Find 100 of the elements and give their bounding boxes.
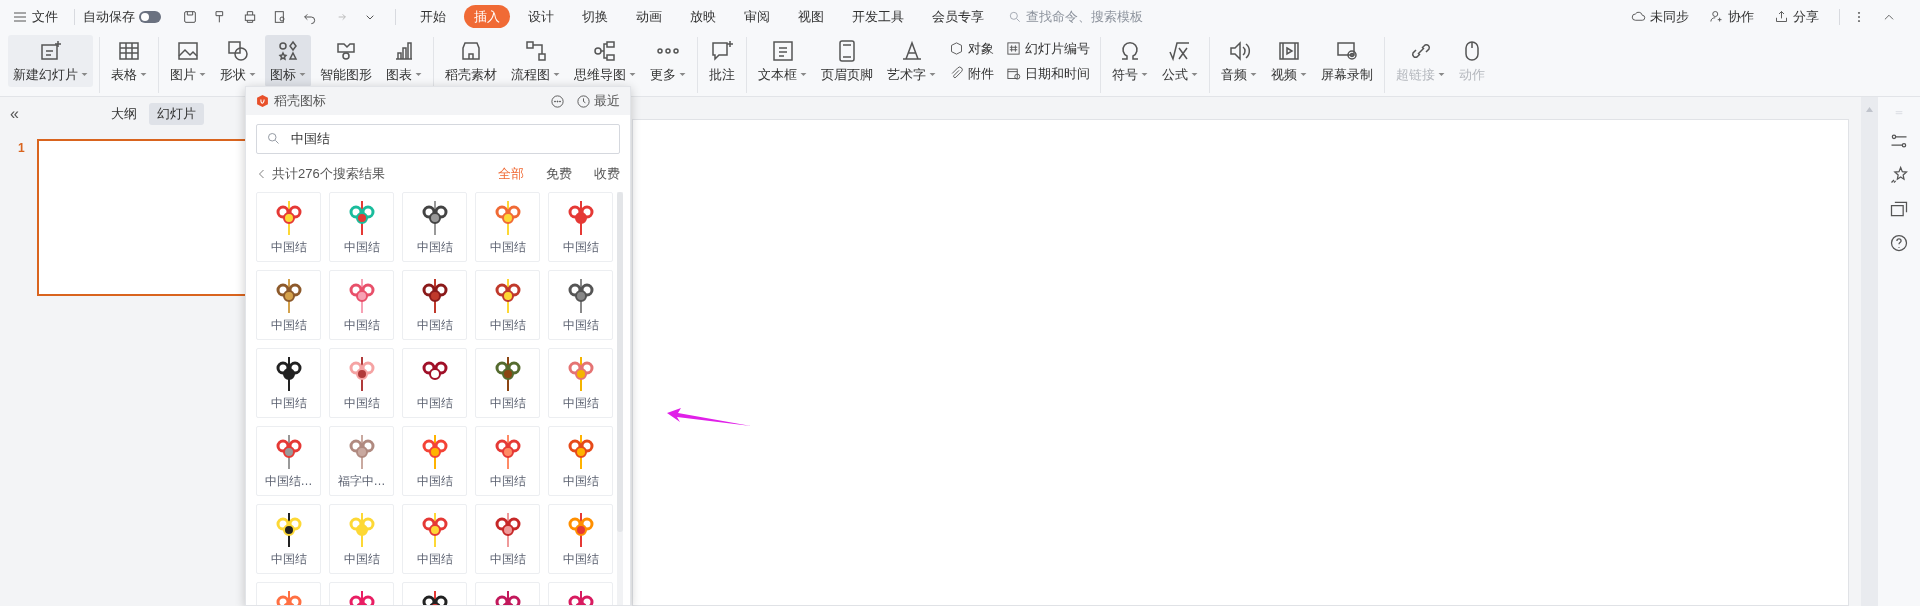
ribbon-button[interactable]: 艺术字 [882, 35, 941, 87]
ribbon-button[interactable]: 幻灯片编号 [1004, 38, 1092, 58]
icon-label: 中国结… [264, 473, 313, 490]
icon-tile[interactable]: 中国结 [475, 426, 540, 496]
icon-tile[interactable]: 中国结 [256, 192, 321, 262]
ribbon-button[interactable]: 音频 [1216, 35, 1262, 87]
icon-tile[interactable]: 福字中… [329, 426, 394, 496]
ribbon-tab[interactable]: 动画 [626, 4, 672, 29]
icon-tile[interactable]: 中国结 [256, 348, 321, 418]
toolbar-button[interactable]: 协作 [1709, 6, 1754, 27]
caret-icon [679, 70, 686, 78]
hash-icon [1006, 40, 1021, 56]
cube-icon [949, 40, 964, 56]
slide-switch-icon[interactable] [1889, 199, 1909, 219]
ribbon-tab[interactable]: 放映 [680, 4, 726, 29]
pane-tab[interactable]: 大纲 [102, 103, 145, 125]
ribbon-button[interactable]: 文本框 [753, 35, 812, 87]
print-icon[interactable] [242, 8, 258, 25]
autosave-toggle[interactable] [139, 10, 161, 23]
ribbon-button[interactable]: 公式 [1157, 35, 1203, 87]
chat-icon[interactable] [550, 93, 565, 109]
ribbon-button[interactable]: 表格 [106, 35, 152, 87]
result-count: 共计276个搜索结果 [272, 165, 385, 184]
ribbon-button[interactable]: 流程图 [506, 35, 565, 87]
icon-tile[interactable]: 中国结 [548, 426, 613, 496]
file-menu[interactable]: 文件 [32, 6, 58, 27]
icon-tile[interactable]: 中国结 [329, 348, 394, 418]
ribbon-button[interactable]: 图片 [165, 35, 211, 87]
save-icon[interactable] [182, 8, 198, 25]
ribbon-button[interactable]: 图标 [265, 35, 311, 87]
print-preview-icon[interactable] [272, 8, 288, 25]
icon-tile[interactable]: 中国结 [548, 504, 613, 574]
icon-tile[interactable]: 中国结 [548, 348, 613, 418]
icon-tile[interactable]: 中国结 [402, 426, 467, 496]
filter-tab[interactable]: 收费 [594, 164, 620, 184]
vertical-scrollbar[interactable] [1861, 97, 1878, 606]
caret-icon [1141, 70, 1148, 78]
ribbon-button[interactable]: 附件 [947, 64, 996, 84]
icon-label: 中国结 [489, 473, 526, 490]
icon-tile[interactable]: 中国结 [475, 270, 540, 340]
ribbon-button[interactable]: 新建幻灯片 [8, 35, 93, 87]
ribbon-button[interactable]: 屏幕录制 [1316, 35, 1378, 87]
ribbon-button[interactable]: 批注 [704, 35, 740, 87]
caret-icon [199, 70, 206, 78]
icon-tile[interactable]: 中国结 [256, 270, 321, 340]
ribbon-button[interactable]: 符号 [1107, 35, 1153, 87]
icon-tile[interactable]: 中国结 [329, 504, 394, 574]
logo-icon [256, 94, 269, 108]
icon-tile[interactable]: 中国结 [475, 192, 540, 262]
icon-tile[interactable]: 中国结 [402, 270, 467, 340]
ribbon-tab[interactable]: 视图 [788, 4, 834, 29]
ribbon-button[interactable]: 智能图形 [315, 35, 377, 87]
ribbon-tab[interactable]: 会员专享 [922, 4, 994, 29]
icon-tile[interactable]: 中国结 [256, 504, 321, 574]
search-icon [1008, 9, 1022, 24]
ribbon-tab[interactable]: 切换 [572, 4, 618, 29]
icon-tile[interactable]: 中国结 [475, 348, 540, 418]
caret-icon [1250, 70, 1257, 78]
icon-tile[interactable]: 中国结 [548, 192, 613, 262]
scrollbar-thumb[interactable] [617, 192, 623, 532]
ribbon-tab[interactable]: 开发工具 [842, 4, 914, 29]
screen-record-icon [1335, 39, 1359, 63]
ribbon-button[interactable]: 更多 [645, 35, 691, 87]
ribbon-tab[interactable]: 审阅 [734, 4, 780, 29]
icon-tile[interactable]: 中国结 [548, 270, 613, 340]
ribbon-button[interactable]: 日期和时间 [1004, 64, 1092, 84]
icons-icon [276, 39, 300, 63]
ribbon-button[interactable]: 页眉页脚 [816, 35, 878, 87]
toolbar-button[interactable]: 分享 [1774, 6, 1819, 27]
icon-tile[interactable]: 中国结 [329, 192, 394, 262]
panel-title: 稻壳图标 [274, 92, 326, 111]
icon-label: 中国结 [343, 239, 380, 256]
command-search-field[interactable]: 查找命令、搜索模板 [1026, 6, 1186, 27]
icon-tile[interactable]: 中国结 [329, 270, 394, 340]
ribbon-button[interactable]: 形状 [215, 35, 261, 87]
ribbon-button[interactable]: 对象 [947, 38, 996, 58]
help-icon[interactable] [1889, 233, 1909, 253]
ribbon-button[interactable]: 视频 [1266, 35, 1312, 87]
clock-icon [576, 93, 591, 109]
ribbon-button[interactable]: 思维导图 [569, 35, 641, 87]
toolbar-button[interactable]: 未同步 [1631, 6, 1689, 27]
icon-tile[interactable]: 中国结 [402, 192, 467, 262]
ribbon-tab[interactable]: 开始 [410, 4, 456, 29]
icon-search-field[interactable]: 中国结 [256, 124, 620, 154]
caret-icon [415, 70, 422, 78]
recent-button[interactable]: 最近 [576, 91, 620, 111]
ribbon-button[interactable]: 图表 [381, 35, 427, 87]
icon-label: 中国结 [416, 395, 453, 412]
pane-tab[interactable]: 幻灯片 [148, 103, 204, 125]
ribbon-tab[interactable]: 设计 [518, 4, 564, 29]
icon-tile[interactable]: 中国结… [256, 426, 321, 496]
icon-label: 中国结 [416, 473, 453, 490]
icon-tile[interactable]: 中国结 [402, 504, 467, 574]
caret-icon [629, 70, 636, 78]
ribbon-button[interactable]: 稻壳素材 [440, 35, 502, 87]
collapse-pane-button[interactable]: « [10, 106, 19, 122]
star-icon[interactable] [1889, 165, 1909, 185]
icon-tile[interactable]: 中国结 [475, 504, 540, 574]
icon-tile[interactable]: 中国结 [402, 348, 467, 418]
filter-tab[interactable]: 免费 [546, 164, 572, 184]
